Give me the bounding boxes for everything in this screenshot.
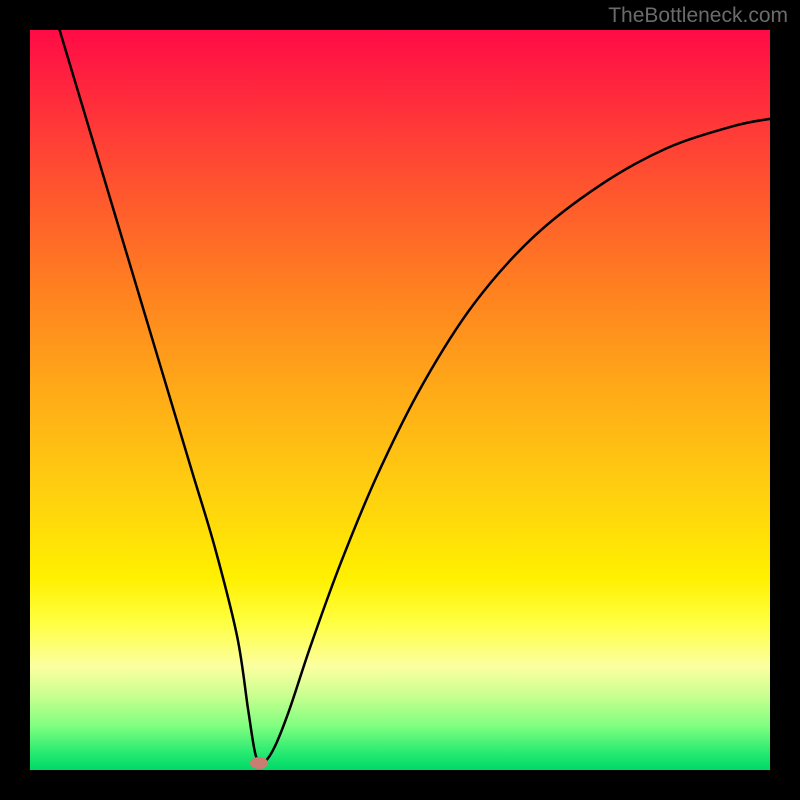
bottleneck-curve xyxy=(30,30,770,770)
optimum-marker xyxy=(250,757,268,769)
plot-area xyxy=(30,30,770,770)
site-watermark: TheBottleneck.com xyxy=(608,4,788,28)
chart-frame: TheBottleneck.com xyxy=(0,0,800,800)
